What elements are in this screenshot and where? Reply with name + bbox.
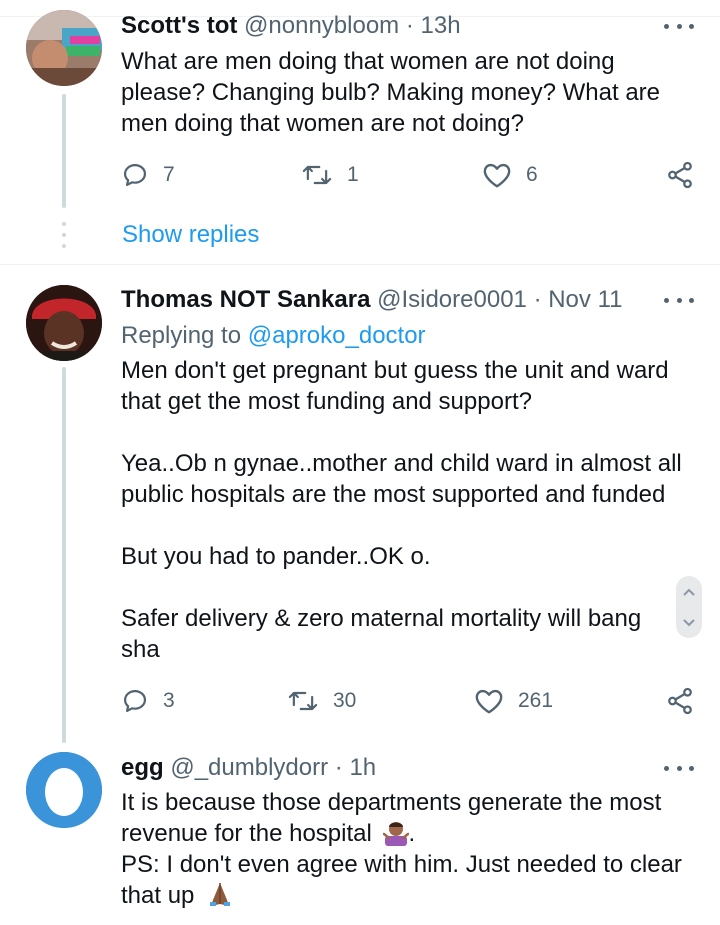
thread-line bbox=[62, 367, 66, 743]
pray-emoji bbox=[210, 883, 231, 906]
tweet-text: What are men doing that women are not do… bbox=[121, 46, 701, 139]
more-icon[interactable] bbox=[664, 16, 694, 36]
like-button[interactable]: 261 bbox=[474, 684, 553, 718]
tweet-paragraph: What are men doing that women are not do… bbox=[121, 48, 661, 137]
author-name[interactable]: egg bbox=[121, 754, 164, 781]
reply-icon bbox=[123, 689, 147, 713]
avatar[interactable] bbox=[26, 10, 102, 86]
more-icon[interactable] bbox=[664, 290, 694, 310]
tweet-text: Men don't get pregnant but guess the uni… bbox=[121, 355, 691, 665]
tweet-paragraph: Yea..Ob n gynae..mother and child ward i… bbox=[121, 450, 682, 508]
shrug-emoji bbox=[382, 822, 409, 846]
reply-button[interactable]: 7 bbox=[121, 158, 175, 192]
like-count: 261 bbox=[518, 689, 554, 712]
replying-handle-link[interactable]: @aproko_doctor bbox=[248, 322, 426, 349]
tweet-actions: 3 30 261 bbox=[121, 684, 701, 718]
tweet-header: Scott's tot @nonnybloom · 13h bbox=[121, 12, 461, 40]
retweet-count: 1 bbox=[347, 163, 359, 186]
author-handle[interactable]: @Isidore0001 bbox=[377, 286, 527, 313]
tweet-text: It is because those departments generate… bbox=[121, 787, 696, 911]
avatar[interactable] bbox=[26, 285, 102, 361]
timestamp[interactable]: · 13h bbox=[406, 12, 461, 39]
tweet-header: Thomas NOT Sankara @Isidore0001 · Nov 11 bbox=[121, 286, 622, 314]
tweet-1[interactable]: Scott's tot @nonnybloom · 13h What are m… bbox=[0, 0, 720, 264]
share-icon bbox=[668, 687, 692, 715]
tweet-paragraph: Safer delivery & zero maternal mortality… bbox=[121, 605, 642, 663]
replying-label: Replying to bbox=[121, 322, 242, 349]
author-handle[interactable]: @_dumblydorr bbox=[170, 754, 328, 781]
avatar[interactable] bbox=[26, 752, 102, 828]
tweet-header: egg @_dumblydorr · 1h bbox=[121, 754, 376, 782]
scroll-control[interactable] bbox=[676, 576, 702, 638]
tweet-paragraph: Men don't get pregnant but guess the uni… bbox=[121, 357, 669, 415]
reply-count: 7 bbox=[163, 163, 175, 186]
tweet-actions: 7 1 6 bbox=[121, 158, 701, 192]
tweet-paragraph: PS: I don't even agree with him. Just ne… bbox=[121, 849, 696, 911]
retweet-icon bbox=[302, 165, 332, 185]
more-icon[interactable] bbox=[664, 758, 694, 778]
retweet-count: 30 bbox=[333, 689, 357, 712]
like-icon bbox=[483, 163, 511, 188]
reply-icon bbox=[123, 163, 147, 187]
tweet-2[interactable]: Thomas NOT Sankara @Isidore0001 · Nov 11… bbox=[0, 265, 720, 743]
retweet-button[interactable]: 30 bbox=[287, 684, 356, 718]
author-name[interactable]: Scott's tot bbox=[121, 12, 237, 39]
tweet-3[interactable]: egg @_dumblydorr · 1h It is because thos… bbox=[0, 743, 720, 925]
like-button[interactable]: 6 bbox=[482, 158, 538, 192]
share-icon bbox=[668, 161, 692, 189]
replying-to: Replying to @aproko_doctor bbox=[121, 320, 426, 351]
tweet-paragraph: It is because those departments generate… bbox=[121, 787, 696, 849]
reply-button[interactable]: 3 bbox=[121, 684, 175, 718]
timestamp[interactable]: · 1h bbox=[335, 754, 376, 781]
retweet-icon bbox=[288, 691, 318, 711]
chevron-up-icon[interactable] bbox=[682, 587, 696, 597]
like-count: 6 bbox=[526, 163, 538, 186]
tweet-paragraph: But you had to pander..OK o. bbox=[121, 543, 431, 570]
reply-count: 3 bbox=[163, 689, 175, 712]
timestamp[interactable]: · Nov 11 bbox=[534, 286, 623, 313]
like-icon bbox=[475, 689, 503, 714]
show-replies-link[interactable]: Show replies bbox=[122, 221, 259, 249]
share-button[interactable] bbox=[665, 684, 695, 718]
author-name[interactable]: Thomas NOT Sankara bbox=[121, 286, 370, 313]
chevron-down-icon[interactable] bbox=[682, 618, 696, 628]
share-button[interactable] bbox=[665, 158, 695, 192]
thread-line bbox=[62, 94, 66, 208]
author-handle[interactable]: @nonnybloom bbox=[244, 12, 399, 39]
retweet-button[interactable]: 1 bbox=[301, 158, 359, 192]
thread-dots bbox=[62, 222, 66, 250]
tweet-text-segment: . bbox=[408, 820, 416, 847]
